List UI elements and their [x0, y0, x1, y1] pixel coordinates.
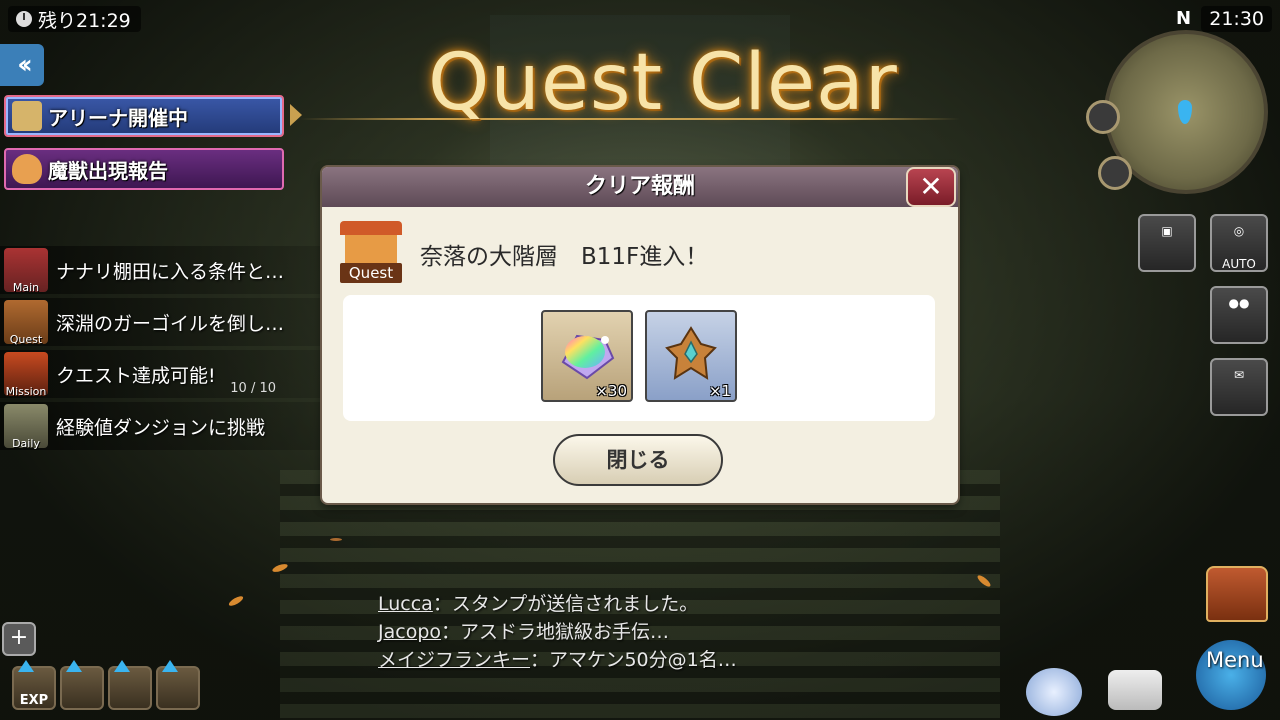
close-icon: ✕: [919, 170, 943, 203]
speed-boost-button[interactable]: [108, 660, 152, 710]
beast-report-banner[interactable]: 魔獣出現報告: [4, 148, 284, 190]
quest-badge-label: Quest: [340, 263, 402, 283]
reward-item-rainbow-gem[interactable]: ×30: [541, 310, 633, 402]
party-icon: ●●: [1228, 296, 1250, 310]
main-quest-icon: Main: [4, 248, 48, 294]
falling-leaf: [330, 538, 342, 541]
camera-icon: ▣: [1161, 224, 1173, 238]
collapse-menu-button[interactable]: ‹‹: [0, 44, 44, 86]
mail-button[interactable]: ✉: [1210, 358, 1268, 416]
daily-icon: Daily: [4, 404, 48, 450]
map-toggle-button[interactable]: [1086, 100, 1120, 134]
plus-icon: +: [9, 625, 29, 650]
arrow-right-icon: [290, 104, 302, 126]
quest-text: クエスト達成可能!: [56, 364, 216, 387]
item-quantity: ×1: [708, 382, 731, 400]
quest-tracker: Main ナナリ棚田に入る条件と… Quest 深淵のガーゴイルを倒し… Mis…: [0, 246, 320, 454]
clear-reward-dialog: クリア報酬 ✕ Quest 奈落の大階層 B11F進入！ ×30 ×1 閉じる: [322, 167, 958, 503]
auto-label: AUTO: [1222, 257, 1256, 271]
mission-count: 10 / 10: [230, 381, 276, 396]
emote-button[interactable]: [1026, 668, 1082, 716]
close-x-button[interactable]: ✕: [906, 167, 956, 207]
dialog-header: クリア報酬: [322, 167, 958, 207]
arrow-up-icon: [18, 660, 34, 672]
drop-boost-button[interactable]: [156, 660, 200, 710]
chat-user-name[interactable]: Lucca: [378, 593, 433, 615]
reward-description: 奈落の大階層 B11F進入！: [420, 244, 709, 270]
quest-row-daily[interactable]: Daily 経験値ダンジョンに挑戦: [0, 402, 320, 450]
mission-icon: Mission: [4, 352, 48, 398]
quest-icon: Quest: [4, 300, 48, 346]
coin-boost-button[interactable]: [60, 660, 104, 710]
companion-button[interactable]: [1098, 156, 1132, 190]
chat-line: メイジフランキー：アマケン50分@1名…: [378, 646, 737, 674]
chat-button[interactable]: [1108, 670, 1162, 710]
camera-button[interactable]: ▣: [1138, 214, 1196, 272]
exp-label: EXP: [19, 693, 49, 708]
beast-icon: [12, 154, 42, 184]
quest-row-main[interactable]: Main ナナリ棚田に入る条件と…: [0, 246, 320, 294]
double-chevron-left-icon: ‹‹: [17, 50, 33, 80]
chat-user-name[interactable]: Jacopo: [378, 621, 441, 643]
chat-log: Lucca：スタンプが送信されました。 Jacopo：アスドラ地獄級お手伝… メ…: [378, 590, 737, 674]
arrow-up-icon: [66, 660, 82, 672]
mail-icon: ✉: [1233, 368, 1245, 382]
menu-button[interactable]: Menu: [1176, 630, 1280, 720]
arrow-up-icon: [114, 660, 130, 672]
beast-banner-label: 魔獣出現報告: [48, 158, 168, 183]
clock: 21:30: [1201, 6, 1272, 32]
clock-icon: [16, 11, 32, 27]
menu-label: Menu: [1206, 648, 1264, 672]
chat-message: ：アマケン50分@1名…: [530, 649, 737, 671]
bronze-crest-icon: [665, 326, 717, 380]
arrow-up-icon: [162, 660, 178, 672]
remaining-time: 残り21:29: [8, 6, 141, 32]
quest-row-mission[interactable]: Mission クエスト達成可能! 10 / 10: [0, 350, 320, 398]
rainbow-gem-icon: [561, 334, 615, 380]
quest-text: 深淵のガーゴイルを倒し…: [56, 312, 285, 335]
arena-icon: [12, 101, 42, 131]
quest-text: ナナリ棚田に入る条件と…: [56, 260, 285, 283]
remaining-time-label: 残り21:29: [38, 9, 131, 32]
auto-button[interactable]: ◎ AUTO: [1210, 214, 1268, 272]
falling-leaf: [227, 594, 245, 608]
expand-button[interactable]: +: [2, 622, 36, 656]
chat-line: Lucca：スタンプが送信されました。: [378, 590, 737, 618]
party-button[interactable]: ●●: [1210, 286, 1268, 344]
quest-clear-title: Quest Clear: [428, 38, 898, 128]
chat-message: ：スタンプが送信されました。: [432, 593, 699, 615]
chat-line: Jacopo：アスドラ地獄級お手伝…: [378, 618, 737, 646]
chat-user-name[interactable]: メイジフランキー: [378, 649, 530, 671]
compass-north: N: [1176, 8, 1192, 29]
reward-items-panel: ×30 ×1: [343, 295, 935, 421]
arena-banner[interactable]: アリーナ開催中: [4, 95, 284, 137]
quest-text: 経験値ダンジョンに挑戦: [56, 416, 266, 439]
close-button[interactable]: 閉じる: [553, 434, 723, 486]
reward-item-bronze-crest[interactable]: ×1: [645, 310, 737, 402]
treasure-chest-button[interactable]: [1206, 566, 1268, 622]
item-quantity: ×30: [595, 382, 627, 400]
chat-message: ：アスドラ地獄級お手伝…: [441, 621, 670, 643]
quest-shop-icon: Quest: [340, 221, 402, 283]
exp-boost-button[interactable]: EXP: [12, 660, 56, 710]
quest-row-quest[interactable]: Quest 深淵のガーゴイルを倒し…: [0, 298, 320, 346]
arena-banner-label: アリーナ開催中: [48, 105, 188, 130]
